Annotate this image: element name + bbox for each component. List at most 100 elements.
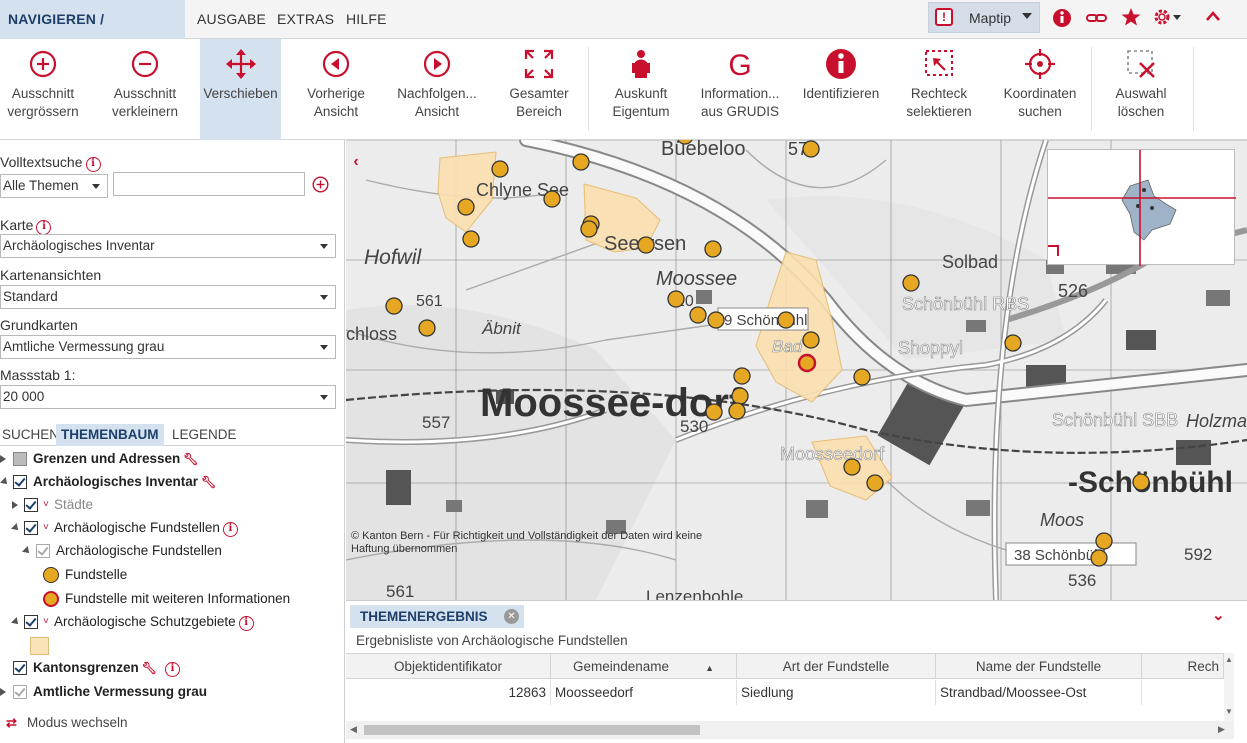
maptip-dropdown[interactable]: ! Maptip <box>928 2 1040 33</box>
rect-select-button[interactable]: Rechteck selektieren <box>896 39 982 140</box>
info-icon[interactable]: i <box>165 662 180 677</box>
overview-map[interactable] <box>1047 149 1236 266</box>
site-marker[interactable] <box>843 458 861 476</box>
site-marker[interactable] <box>462 230 480 248</box>
map-views-select[interactable]: Standard <box>0 285 336 309</box>
column-header-rech[interactable]: Rech <box>1142 654 1224 679</box>
info-icon[interactable] <box>1052 8 1072 28</box>
fulltext-scope-select[interactable]: Alle Themen <box>0 174 108 198</box>
close-icon[interactable]: ✕ <box>504 609 519 624</box>
wrench-icon[interactable]: 🔧︎ <box>201 475 216 489</box>
site-marker[interactable] <box>802 140 820 158</box>
info-icon[interactable]: i <box>238 616 254 631</box>
tab-suchen[interactable]: SUCHEN <box>0 424 61 446</box>
site-marker[interactable] <box>385 297 403 315</box>
tab-ausgabe[interactable]: AUSGABE <box>189 0 274 39</box>
site-marker[interactable] <box>731 387 749 405</box>
tab-hilfe[interactable]: HILFE <box>338 0 395 39</box>
column-header-name[interactable]: Name der Fundstelle <box>936 654 1142 679</box>
add-circle-icon[interactable] <box>312 176 329 193</box>
site-marker[interactable] <box>689 306 707 324</box>
scroll-left-icon[interactable]: ◀ <box>350 724 357 735</box>
expand-icon[interactable] <box>0 455 6 463</box>
full-extent-button[interactable]: Gesamter Bereich <box>498 39 580 140</box>
collapse-icon[interactable] <box>0 477 10 487</box>
site-marker[interactable] <box>802 331 820 349</box>
column-header-gemeinde[interactable]: Gemeindename ▲ <box>551 654 737 679</box>
site-marker[interactable] <box>733 367 751 385</box>
site-marker[interactable] <box>853 368 871 386</box>
collapse-panel-chevron-icon[interactable]: ‹ <box>346 150 366 174</box>
site-marker[interactable] <box>902 274 920 292</box>
collapse-icon[interactable] <box>11 617 21 627</box>
site-marker[interactable] <box>667 290 685 308</box>
tab-themenbaum[interactable]: THEMENBAUM <box>56 424 164 446</box>
site-marker[interactable] <box>457 198 475 216</box>
zoom-in-button[interactable]: Ausschnitt vergrössern <box>0 39 86 140</box>
site-marker[interactable] <box>580 220 598 238</box>
chevron-down-icon[interactable]: ⌄ <box>1212 606 1225 624</box>
grudis-button[interactable]: G Information... aus GRUDIS <box>692 39 788 140</box>
layer-checkbox[interactable] <box>13 475 27 489</box>
favorite-star-icon[interactable] <box>1121 7 1141 27</box>
wrench-icon[interactable]: 🔧︎ <box>183 452 198 466</box>
expand-icon[interactable] <box>12 501 18 509</box>
layer-checkbox[interactable] <box>13 661 27 675</box>
info-icon[interactable]: i <box>36 220 52 235</box>
horizontal-scrollbar[interactable]: ◀ ▶ <box>346 721 1234 739</box>
basemap-select[interactable]: Amtliche Vermessung grau <box>0 335 336 359</box>
layer-checkbox[interactable] <box>24 615 38 629</box>
link-icon[interactable] <box>1086 9 1108 27</box>
layer-checkbox[interactable] <box>13 452 27 466</box>
column-header-art[interactable]: Art der Fundstelle <box>737 654 936 679</box>
map-select[interactable]: Archäologisches Inventar <box>0 234 336 258</box>
site-marker[interactable] <box>707 311 725 329</box>
zoom-out-button[interactable]: Ausschnitt verkleinern <box>101 39 189 140</box>
expand-icon[interactable] <box>0 688 6 696</box>
clear-selection-button[interactable]: Auswahl löschen <box>1100 39 1182 140</box>
site-marker[interactable] <box>728 402 746 420</box>
site-marker[interactable] <box>704 240 722 258</box>
previous-view-button[interactable]: Vorherige Ansicht <box>295 39 377 140</box>
site-marker[interactable] <box>1090 549 1108 567</box>
site-marker[interactable] <box>866 474 884 492</box>
vertical-scrollbar[interactable]: ▲ ▼ <box>1224 653 1234 721</box>
site-marker[interactable] <box>777 311 795 329</box>
site-marker[interactable] <box>491 160 509 178</box>
column-header-id[interactable]: Objektidentifikator <box>346 654 551 679</box>
coordinate-search-button[interactable]: Koordinaten suchen <box>996 39 1084 140</box>
scrollbar-thumb[interactable] <box>364 725 700 735</box>
info-icon[interactable]: i <box>222 522 238 537</box>
scale-select[interactable]: 20 000 <box>0 385 336 409</box>
results-tab[interactable]: THEMENERGEBNIS ✕ <box>350 605 524 628</box>
collapse-icon[interactable] <box>11 523 21 533</box>
layer-checkbox[interactable] <box>13 685 27 699</box>
layer-checkbox[interactable] <box>24 498 38 512</box>
tab-navigieren[interactable]: NAVIGIEREN / ABFRAGEN <box>0 0 185 66</box>
fulltext-search-input[interactable] <box>113 172 305 196</box>
wrench-icon[interactable]: 🔧︎ <box>142 661 157 675</box>
ownership-button[interactable]: Auskunft Eigentum <box>600 39 682 140</box>
tab-legende[interactable]: LEGENDE <box>170 424 239 446</box>
site-marker[interactable] <box>637 236 655 254</box>
layer-checkbox[interactable] <box>36 544 50 558</box>
site-marker[interactable] <box>543 190 561 208</box>
scroll-up-icon[interactable]: ▲ <box>1225 655 1233 664</box>
scroll-down-icon[interactable]: ▼ <box>1225 707 1233 716</box>
collapse-icon[interactable] <box>22 546 32 556</box>
site-info-marker[interactable] <box>797 353 817 373</box>
site-marker[interactable] <box>1095 532 1113 550</box>
site-marker[interactable] <box>1132 473 1150 491</box>
site-marker[interactable] <box>1004 334 1022 352</box>
site-marker[interactable] <box>418 319 436 337</box>
scroll-right-icon[interactable]: ▶ <box>1218 724 1225 735</box>
identify-button[interactable]: Identifizieren <box>796 39 886 140</box>
info-icon[interactable]: i <box>85 157 101 172</box>
site-marker[interactable] <box>705 403 723 421</box>
next-view-button[interactable]: Nachfolgen... Ansicht <box>390 39 484 140</box>
layer-checkbox[interactable] <box>24 521 38 535</box>
tab-extras[interactable]: EXTRAS <box>269 0 342 39</box>
site-marker[interactable] <box>572 153 590 171</box>
chevron-up-icon[interactable] <box>1205 10 1221 22</box>
pan-button[interactable]: Verschieben <box>200 39 281 140</box>
